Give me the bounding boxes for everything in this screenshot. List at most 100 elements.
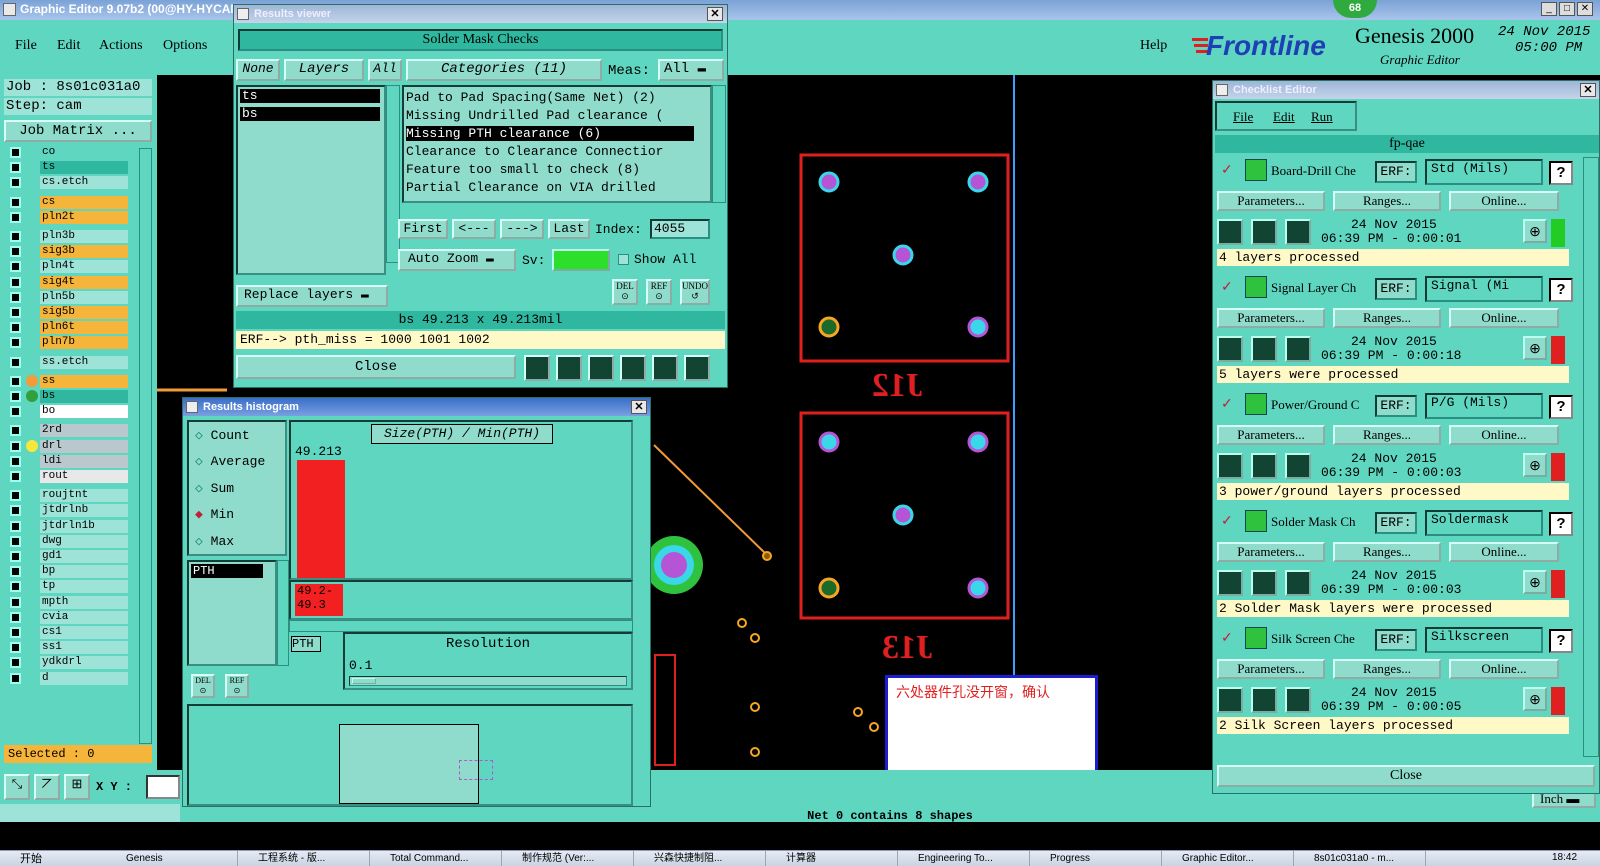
undo-button[interactable]: UNDO ↺ — [680, 279, 710, 305]
menu-edit[interactable]: Edit — [57, 38, 80, 54]
run-icon[interactable] — [1251, 687, 1277, 713]
action-name[interactable]: Power/Ground C — [1271, 397, 1373, 413]
run-icon[interactable] — [1217, 570, 1243, 596]
parameters-button[interactable]: Parameters... — [1217, 308, 1325, 328]
zoom-icon[interactable]: ⊕ — [1523, 687, 1547, 711]
layer-checkbox[interactable] — [10, 276, 21, 288]
hist-h-scrollbar[interactable] — [289, 620, 633, 632]
layer-row-cs-etch[interactable]: cs.etch — [8, 176, 150, 190]
layer-checkbox[interactable] — [10, 406, 21, 418]
parameters-button[interactable]: Parameters... — [1217, 542, 1325, 562]
categories-button[interactable]: Categories (11) — [406, 59, 602, 81]
checklist-menu-file[interactable]: File — [1233, 109, 1253, 125]
action-checkmark-icon[interactable]: ✓ — [1221, 629, 1233, 646]
menu-options[interactable]: Options — [163, 38, 207, 54]
layer-checkbox[interactable] — [10, 307, 21, 318]
histogram-close-x[interactable]: ✕ — [631, 400, 647, 414]
layer-checkbox[interactable] — [10, 535, 21, 547]
run-icon[interactable] — [1285, 219, 1311, 245]
layer-row-dwg[interactable]: dwg — [8, 534, 150, 548]
category-item-selected[interactable]: Missing PTH clearance (6) — [406, 126, 694, 141]
help-button[interactable]: ? — [1549, 395, 1573, 419]
run-icon[interactable] — [1217, 687, 1243, 713]
layer-checkbox[interactable] — [10, 162, 21, 174]
online-button[interactable]: Online... — [1449, 542, 1559, 562]
zoom-icon[interactable]: ⊕ — [1523, 453, 1547, 477]
layer-row-bo[interactable]: bo — [8, 405, 150, 419]
option-sum[interactable]: ◇ Sum — [195, 481, 234, 496]
layer-row-sig4t[interactable]: sig4t — [8, 275, 150, 289]
results-close-button[interactable]: Close — [236, 355, 516, 379]
report-icon-1[interactable] — [524, 355, 550, 381]
pth-list-item[interactable]: PTH — [191, 564, 263, 578]
layer-row-ydkdrl[interactable]: ydkdrl — [8, 656, 150, 670]
layer-checkbox[interactable] — [10, 505, 21, 517]
layer-checkbox[interactable] — [10, 177, 21, 189]
category-item[interactable]: Pad to Pad Spacing(Same Net) (2) — [406, 90, 656, 105]
parameters-button[interactable]: Parameters... — [1217, 425, 1325, 445]
layer-row-tp[interactable]: tp — [8, 580, 150, 594]
ranges-button[interactable]: Ranges... — [1333, 542, 1441, 562]
menu-help[interactable]: Help — [1140, 38, 1167, 54]
layer-checkbox[interactable] — [10, 322, 21, 334]
hist-ref-button[interactable]: REF ⊙ — [225, 674, 249, 698]
layer-checkbox[interactable] — [10, 455, 21, 467]
del-button[interactable]: DEL ⊙ — [612, 279, 638, 305]
layer-list-item[interactable]: bs — [240, 107, 380, 121]
menu-actions[interactable]: Actions — [99, 38, 143, 54]
layer-checkbox[interactable] — [10, 551, 21, 562]
layer-row-gd1[interactable]: gd1 — [8, 550, 150, 563]
taskbar-item[interactable]: 计算器 — [770, 851, 898, 866]
layer-checkbox[interactable] — [10, 231, 21, 242]
last-button[interactable]: Last — [548, 219, 590, 239]
layer-row-2rd[interactable]: 2rd — [8, 424, 150, 438]
run-icon[interactable] — [1251, 219, 1277, 245]
category-item[interactable]: Missing Undrilled Pad clearance ( — [406, 108, 663, 123]
layer-checkbox[interactable] — [10, 375, 21, 387]
layer-checkbox[interactable] — [10, 672, 21, 684]
layer-scrollbar[interactable] — [139, 148, 152, 744]
layer-checkbox[interactable] — [10, 337, 21, 349]
taskbar-item[interactable]: 兴森快捷制阻... — [638, 851, 766, 866]
layer-checkbox[interactable] — [10, 261, 21, 273]
pth-scrollbar[interactable] — [277, 560, 289, 666]
action-name[interactable]: Signal Layer Ch — [1271, 280, 1373, 296]
results-close-x[interactable]: ✕ — [707, 7, 723, 21]
layer-row-ss[interactable]: ss — [8, 374, 150, 388]
erf-select[interactable]: Std (Mils) — [1425, 159, 1543, 185]
index-input[interactable]: 4055 — [650, 219, 710, 239]
layer-row-pln6t[interactable]: pln6t — [8, 321, 150, 335]
first-button[interactable]: First — [398, 219, 448, 239]
online-button[interactable]: Online... — [1449, 659, 1559, 679]
filter-none-button[interactable]: None — [236, 59, 280, 81]
job-matrix-button[interactable]: Job Matrix ... — [4, 120, 152, 142]
ranges-button[interactable]: Ranges... — [1333, 191, 1441, 211]
taskbar-item[interactable]: Genesis — [110, 851, 238, 866]
layer-checkbox[interactable] — [10, 356, 21, 368]
option-max[interactable]: ◇ Max — [195, 534, 234, 549]
ranges-button[interactable]: Ranges... — [1333, 308, 1441, 328]
category-item[interactable]: Partial Clearance on VIA drilled — [406, 180, 656, 195]
ranges-button[interactable]: Ranges... — [1333, 425, 1441, 445]
layer-checkbox[interactable] — [10, 490, 21, 502]
zoom-icon[interactable]: ⊕ — [1523, 219, 1547, 243]
layer-row-rout[interactable]: rout — [8, 470, 150, 483]
run-icon[interactable] — [1251, 336, 1277, 362]
layer-checkbox[interactable] — [10, 471, 21, 482]
parameters-button[interactable]: Parameters... — [1217, 659, 1325, 679]
category-item[interactable]: Feature too small to check (8) — [406, 162, 640, 177]
hist-del-button[interactable]: DEL ⊙ — [191, 674, 215, 698]
layer-row-co[interactable]: co — [8, 146, 150, 159]
layer-row-roujtnt[interactable]: roujtnt — [8, 489, 150, 503]
layer-row-pln7b[interactable]: pln7b — [8, 336, 150, 350]
taskbar-item[interactable]: Engineering To... — [902, 851, 1030, 866]
layer-row-mpth[interactable]: mpth — [8, 595, 150, 609]
layer-checkbox[interactable] — [10, 520, 21, 532]
taskbar-item[interactable]: 工程系统 - 版... — [242, 851, 370, 866]
taskbar-item[interactable]: 制作规范 (Ver:... — [506, 851, 634, 866]
parameters-button[interactable]: Parameters... — [1217, 191, 1325, 211]
layer-row-pln3b[interactable]: pln3b — [8, 230, 150, 243]
minimize-button[interactable]: _ — [1541, 2, 1557, 16]
action-name[interactable]: Solder Mask Ch — [1271, 514, 1373, 530]
action-checkmark-icon[interactable]: ✓ — [1221, 161, 1233, 178]
